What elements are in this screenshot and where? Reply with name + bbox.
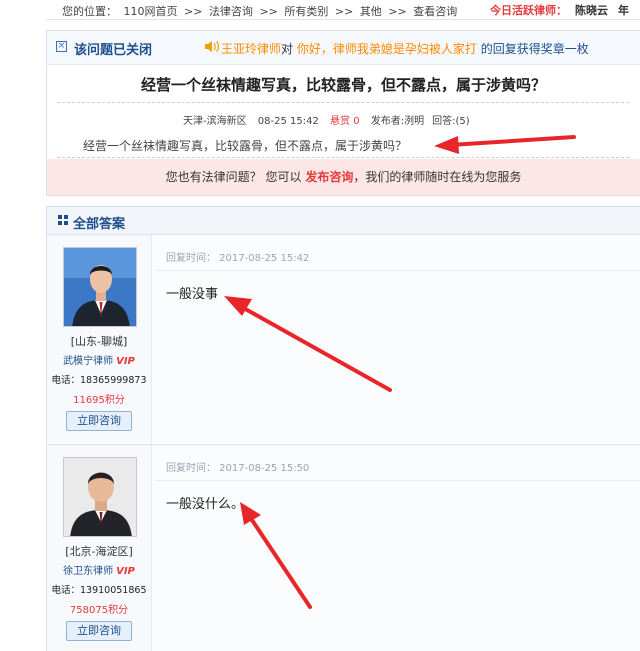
today-label: 今日活跃律师： (490, 4, 567, 17)
lawyer-region: [山东-聊城] (70, 335, 128, 348)
answers-title: 全部答案 (73, 217, 126, 232)
promo-pre: 您也有法律问题？ 您可以 (165, 170, 302, 184)
breadcrumb-legal[interactable]: 法律咨询 (209, 5, 253, 18)
question-body: 经营一个丝袜情趣写真，比较露骨，但不露点，属于涉黄吗？ (83, 139, 408, 153)
lawyer-avatar[interactable] (63, 457, 137, 537)
breadcrumb-current: 查看咨询 (413, 5, 458, 18)
answer-item: [北京-海淀区] 徐卫东律师 VIP 电话：13910051865 758075积… (47, 444, 640, 651)
divider (57, 157, 629, 158)
today-lawyer-name[interactable]: 陈晓云 (575, 4, 608, 17)
reply-text: 一般没什么。 (166, 497, 245, 512)
lawyer-avatar[interactable] (63, 247, 137, 327)
notice-mid: 对 (281, 42, 294, 56)
today-extra: 年 (618, 4, 629, 17)
lawyer-name[interactable]: 徐卫东律师 VIP (47, 562, 151, 577)
lawyer-points: 758075积分 (69, 605, 129, 616)
lawyer-region: [北京-海淀区] (65, 545, 133, 558)
notice-quote[interactable]: 你好，律师我弟媳是孕妇被人家打 (297, 42, 477, 56)
divider (156, 270, 640, 271)
breadcrumb: 您的位置： 110网首页 >> 法律咨询 >> 所有类别 >> 其他 >> 查看… (62, 3, 460, 19)
breadcrumb-sep: >> (388, 5, 407, 18)
lawyer-name[interactable]: 武模宁律师 VIP (47, 352, 151, 367)
close-icon: × (56, 41, 67, 52)
award-notice: 王亚玲律师对 你好，律师我弟媳是孕妇被人家打 的回复获得奖章一枚 (221, 40, 589, 57)
breadcrumb-sep: >> (184, 5, 203, 18)
promo-post: ，我们的律师随时在线为您服务 (353, 170, 522, 184)
lawyer-phone: 电话：13910051865 (51, 585, 147, 596)
breadcrumb-sep: >> (259, 5, 278, 18)
consult-now-button[interactable]: 立即咨询 (66, 411, 132, 431)
answers-header: 全部答案 (47, 207, 640, 235)
consult-now-button[interactable]: 立即咨询 (66, 621, 132, 641)
notice-lawyer[interactable]: 王亚玲律师 (221, 42, 281, 56)
question-meta: 天津-滨海新区 08-25 15:42 悬赏 0 发布者:洌明 回答:(5) (183, 112, 478, 127)
question-status: 该问题已关闭 (74, 43, 153, 58)
speaker-icon (204, 40, 220, 56)
divider (57, 102, 629, 103)
question-title: 经营一个丝袜情趣写真，比较露骨，但不露点，属于涉黄吗？ (140, 76, 546, 94)
lawyer-points: 11695积分 (73, 395, 125, 406)
question-location: 天津-滨海新区 (183, 116, 247, 127)
reply-content: 回复时间： 2017-08-25 15:50 一般没什么。 (152, 445, 640, 651)
notice-tail: 的回复获得奖章一枚 (480, 42, 589, 56)
breadcrumb-label: 您的位置： (62, 5, 117, 18)
vip-badge: VIP (116, 566, 135, 577)
today-active-lawyer: 今日活跃律师： 陈晓云年 (490, 2, 629, 18)
vip-badge: VIP (116, 356, 135, 367)
reply-time: 回复时间： 2017-08-25 15:42 (166, 253, 310, 264)
breadcrumb-other[interactable]: 其他 (360, 5, 382, 18)
top-bar: 您的位置： 110网首页 >> 法律咨询 >> 所有类别 >> 其他 >> 查看… (46, 0, 640, 20)
lawyer-name-text[interactable]: 武模宁律师 (63, 356, 113, 367)
question-panel: × 该问题已关闭 王亚玲律师对 你好，律师我弟媳是孕妇被人家打 的回复获得奖章一… (46, 30, 640, 196)
divider (156, 480, 640, 481)
question-poster: 发布者:洌明 (370, 116, 425, 127)
answers-panel: 全部答案 [山东-聊城] 武模宁律师 VIP 电话：18365999873 116… (46, 206, 640, 651)
question-time: 08-25 15:42 (257, 116, 319, 127)
grid-icon (58, 215, 68, 225)
promo-bar: 您也有法律问题？ 您可以 发布咨询，我们的律师随时在线为您服务 (47, 159, 640, 195)
answer-item: [山东-聊城] 武模宁律师 VIP 电话：18365999873 11695积分 … (47, 235, 640, 443)
lawyer-name-text[interactable]: 徐卫东律师 (63, 566, 113, 577)
lawyer-phone: 电话：18365999873 (51, 375, 147, 386)
lawyer-card: [北京-海淀区] 徐卫东律师 VIP 电话：13910051865 758075积… (47, 445, 152, 651)
reply-time: 回复时间： 2017-08-25 15:50 (166, 463, 310, 474)
question-header: × 该问题已关闭 王亚玲律师对 你好，律师我弟媳是孕妇被人家打 的回复获得奖章一… (47, 31, 640, 65)
lawyer-card: [山东-聊城] 武模宁律师 VIP 电话：18365999873 11695积分 … (47, 235, 152, 443)
breadcrumb-home[interactable]: 110网首页 (124, 5, 178, 18)
question-reward: 悬赏 0 (330, 116, 360, 127)
reply-text: 一般没事 (166, 287, 219, 302)
publish-consult-link[interactable]: 发布咨询 (305, 170, 353, 184)
question-replies: 回答:(5) (432, 116, 470, 127)
reply-content: 回复时间： 2017-08-25 15:42 一般没事 (152, 235, 640, 443)
breadcrumb-sep: >> (334, 5, 354, 18)
breadcrumb-all[interactable]: 所有类别 (284, 5, 328, 18)
